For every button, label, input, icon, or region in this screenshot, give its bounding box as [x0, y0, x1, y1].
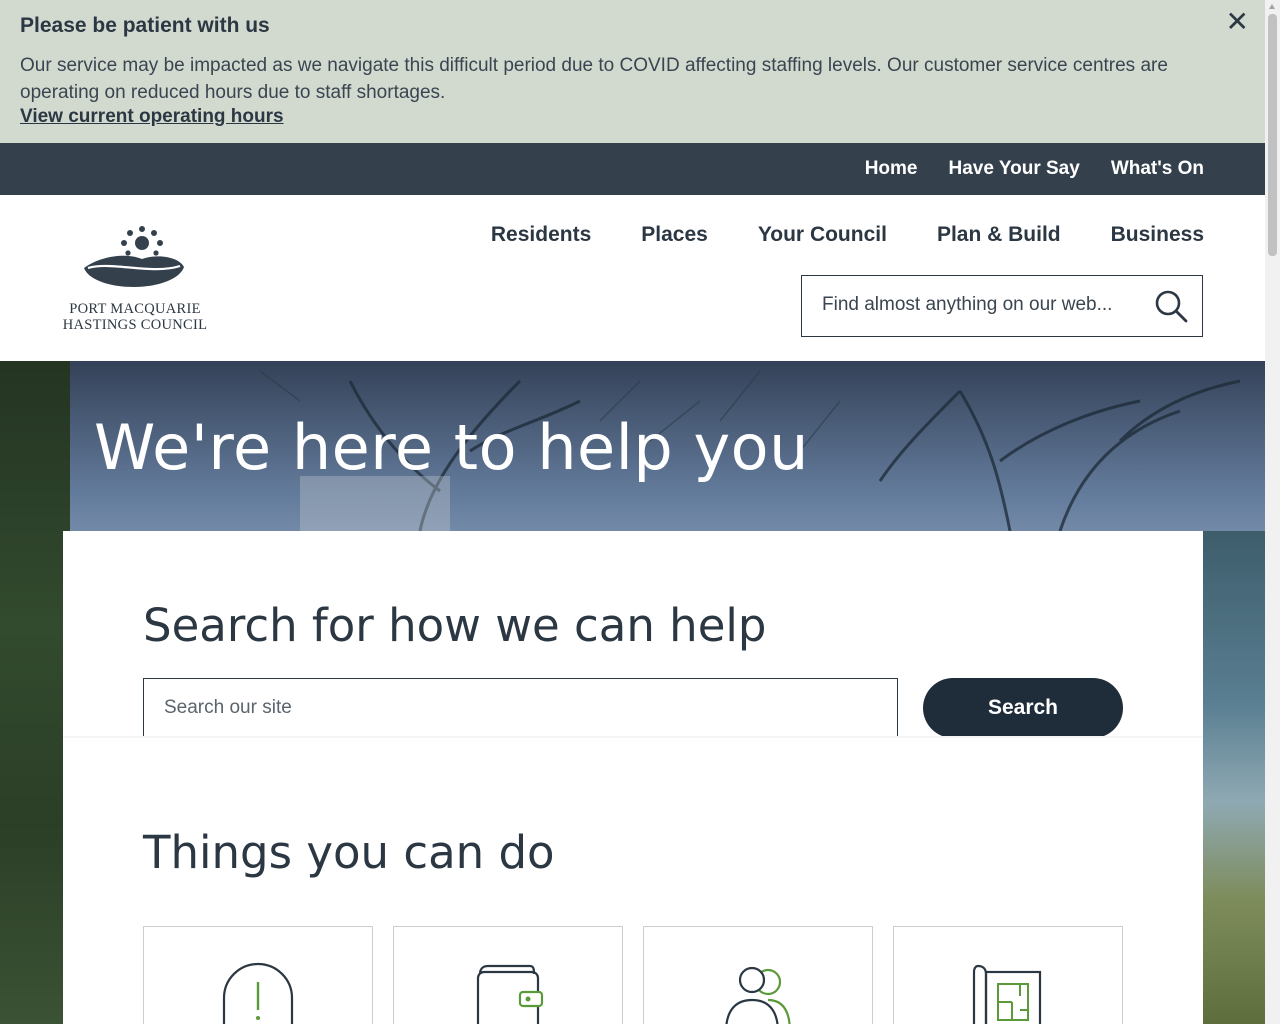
- main-nav: Residents Places Your Council Plan & Bui…: [441, 223, 1204, 247]
- main-nav-plan-build[interactable]: Plan & Build: [937, 223, 1061, 247]
- help-search-input[interactable]: [144, 679, 897, 737]
- tile-plan[interactable]: [893, 926, 1123, 1024]
- help-search-heading: Search for how we can help: [143, 599, 767, 652]
- logo-line-1: PORT MACQUARIE: [69, 301, 201, 317]
- main-nav-residents[interactable]: Residents: [491, 223, 591, 247]
- main-nav-places[interactable]: Places: [641, 223, 708, 247]
- logo-line-2: HASTINGS COUNCIL: [62, 317, 208, 333]
- wallet-payment-icon: [476, 964, 544, 1024]
- report-alert-icon: [222, 962, 294, 1024]
- alert-title: Please be patient with us: [20, 14, 270, 37]
- site-header: PORT MACQUARIE HASTINGS COUNCIL Resident…: [0, 195, 1265, 361]
- page-scrollbar[interactable]: [1265, 0, 1280, 1024]
- section-divider: [63, 736, 1203, 738]
- alert-message: Our service may be impacted as we naviga…: [20, 55, 1168, 103]
- things-heading: Things you can do: [143, 826, 555, 879]
- tile-account[interactable]: [643, 926, 873, 1024]
- council-logo[interactable]: PORT MACQUARIE HASTINGS COUNCIL: [62, 223, 208, 333]
- scrollbar-thumb[interactable]: [1268, 14, 1277, 256]
- main-nav-your-council[interactable]: Your Council: [758, 223, 887, 247]
- help-card: Search for how we can help Search Things…: [63, 531, 1203, 1024]
- things-tiles: [143, 926, 1143, 1024]
- tile-pay[interactable]: [393, 926, 623, 1024]
- utility-nav-bar: Home Have Your Say What's On: [0, 143, 1265, 195]
- hero-ocean-right: [1203, 531, 1265, 1024]
- operating-hours-link[interactable]: View current operating hours: [20, 106, 284, 128]
- covid-alert-banner: Please be patient with us Our service ma…: [0, 0, 1265, 143]
- tile-report[interactable]: [143, 926, 373, 1024]
- help-search-field: [143, 678, 898, 738]
- close-icon[interactable]: ✕: [1226, 8, 1249, 36]
- utility-nav-home[interactable]: Home: [865, 158, 918, 180]
- logo-wordmark: PORT MACQUARIE HASTINGS COUNCIL: [62, 301, 208, 333]
- council-logo-mark: [84, 226, 184, 287]
- scroll-up-arrow-icon[interactable]: [1269, 4, 1275, 9]
- main-nav-business[interactable]: Business: [1111, 223, 1204, 247]
- help-search-button[interactable]: Search: [923, 678, 1123, 738]
- header-search-input[interactable]: [802, 276, 1142, 334]
- header-search-box: [801, 275, 1203, 337]
- people-account-icon: [725, 966, 791, 1024]
- utility-nav-whats-on[interactable]: What's On: [1111, 158, 1204, 180]
- search-icon[interactable]: [1154, 289, 1188, 323]
- hero-title: We're here to help you: [94, 411, 809, 484]
- hero-section: We're here to help you Search for how we…: [0, 361, 1265, 1024]
- utility-nav-have-your-say[interactable]: Have Your Say: [949, 158, 1080, 180]
- building-plan-icon: [972, 964, 1042, 1024]
